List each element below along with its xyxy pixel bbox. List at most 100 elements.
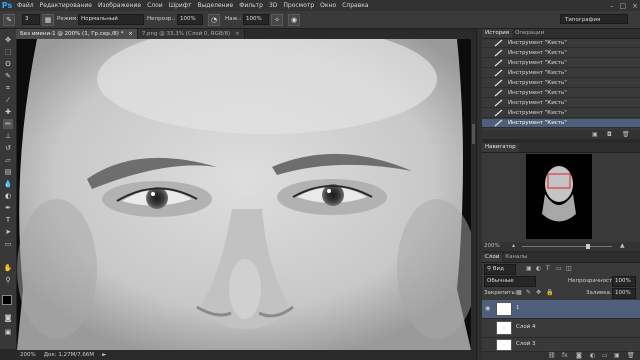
minimize-button[interactable]: – (610, 2, 614, 10)
menu-window[interactable]: Окно (317, 0, 339, 11)
airbrush-icon[interactable]: ✧ (271, 14, 283, 26)
filter-smart-icon[interactable]: ◫ (566, 265, 572, 272)
scrollbar-thumb[interactable] (472, 124, 475, 144)
group-icon[interactable]: ▭ (602, 352, 608, 359)
navigator-zoom[interactable]: 200% (484, 243, 500, 249)
fill-field[interactable]: 100% (612, 288, 636, 299)
history-state-row[interactable]: Инструмент "Кисть" (482, 69, 640, 79)
zoom-slider[interactable] (522, 246, 612, 247)
history-state-row[interactable]: Инструмент "Кисть" (482, 99, 640, 109)
screen-mode-icon[interactable]: ▣ (3, 327, 13, 337)
layer-filter-select[interactable]: ⚲ Вид (484, 264, 516, 275)
menu-select[interactable]: Выделение (194, 0, 236, 11)
lock-all-icon[interactable]: 🔒 (546, 289, 553, 296)
blur-tool-icon[interactable]: 💧 (3, 179, 13, 189)
layer-row[interactable]: Слой 3 (482, 338, 640, 352)
path-select-icon[interactable]: ➤ (3, 227, 13, 237)
delete-layer-icon[interactable]: 🗑 (627, 352, 635, 359)
zoom-out-icon[interactable]: ▴ (512, 242, 515, 249)
eraser-icon[interactable]: ▱ (3, 155, 13, 165)
layer-row[interactable]: ◉ 1 (482, 300, 640, 319)
close-window-button[interactable]: × (632, 2, 638, 10)
brush-preset-icon[interactable]: ✎ (3, 14, 15, 26)
zoom-tool-icon[interactable]: ⚲ (3, 275, 13, 285)
filter-pixel-icon[interactable]: ▣ (526, 265, 532, 272)
new-layer-icon[interactable]: ▣ (614, 352, 620, 359)
lock-position-icon[interactable]: ✥ (536, 289, 541, 296)
tab-history[interactable]: История (482, 29, 513, 38)
pen-tool-icon[interactable]: ✒ (3, 203, 13, 213)
hand-tool-icon[interactable]: ✋ (3, 263, 13, 273)
brush-panel-icon[interactable]: ▦ (42, 14, 54, 26)
filter-adjust-icon[interactable]: ◐ (536, 265, 541, 272)
zoom-slider-handle[interactable] (586, 244, 590, 249)
filter-type-icon[interactable]: T (546, 265, 550, 272)
layer-mask-icon[interactable]: ◙ (576, 352, 582, 359)
history-state-row[interactable]: Инструмент "Кисть" (482, 79, 640, 89)
menu-edit[interactable]: Редактирование (37, 0, 95, 11)
foreground-color-swatch[interactable] (2, 295, 12, 305)
layer-style-icon[interactable]: fx (562, 352, 568, 359)
shape-tool-icon[interactable]: ▭ (3, 239, 13, 249)
healing-brush-icon[interactable]: ✚ (3, 107, 13, 117)
history-state-row[interactable]: Инструмент "Кисть" (482, 49, 640, 59)
pressure-size-icon[interactable]: ◉ (288, 14, 300, 26)
history-state-row[interactable]: Инструмент "Кисть" (482, 109, 640, 119)
history-brush-icon[interactable]: ↺ (3, 143, 13, 153)
document-canvas[interactable] (17, 39, 471, 350)
type-tool-icon[interactable]: T (3, 215, 13, 225)
zoom-level[interactable]: 200% (20, 352, 36, 358)
lock-pixels-icon[interactable]: ✎ (526, 289, 531, 296)
tab-document-1[interactable]: Без имени-1 @ 200% (1, Гр.сер./8) * × (16, 29, 138, 39)
pressure-opacity-icon[interactable]: ◔ (208, 14, 220, 26)
brush-size-field[interactable]: 3 (22, 14, 40, 25)
tab-navigator[interactable]: Навигатор (482, 143, 519, 152)
move-tool-icon[interactable]: ✥ (3, 35, 13, 45)
pressure-field[interactable]: 100% (243, 14, 269, 25)
layer-opacity-field[interactable]: 100% (612, 276, 636, 287)
tab-channels[interactable]: Каналы (502, 253, 530, 262)
menu-filter[interactable]: Фильтр (236, 0, 266, 11)
dodge-tool-icon[interactable]: ◐ (3, 191, 13, 201)
maximize-button[interactable]: □ (620, 2, 627, 10)
menu-image[interactable]: Изображение (95, 0, 144, 11)
tab-document-2[interactable]: 7.png @ 33,3% (Слой 0, RGB/8) × (137, 29, 245, 39)
tab-close-icon[interactable]: × (235, 31, 240, 37)
lasso-tool-icon[interactable]: ʘ (3, 59, 13, 69)
status-arrow-icon[interactable]: ► (102, 352, 106, 358)
tab-close-icon[interactable]: × (128, 31, 133, 37)
clone-stamp-icon[interactable]: ⊥ (3, 131, 13, 141)
menu-help[interactable]: Справка (339, 0, 371, 11)
link-layers-icon[interactable]: ⛓ (548, 352, 556, 359)
quick-select-icon[interactable]: ✎ (3, 71, 13, 81)
tab-actions[interactable]: Операции (512, 29, 547, 38)
navigator-preview[interactable] (526, 154, 592, 239)
menu-type[interactable]: Шрифт (166, 0, 195, 11)
trash-icon[interactable]: 🗑 (622, 131, 630, 138)
marquee-tool-icon[interactable]: ⬚ (3, 47, 13, 57)
new-document-icon[interactable]: ▣ (592, 131, 598, 138)
lock-transparent-icon[interactable]: ▦ (516, 289, 522, 296)
gradient-icon[interactable]: ▤ (3, 167, 13, 177)
mode-select[interactable]: Нормальный (78, 14, 144, 25)
zoom-in-icon[interactable]: ▲ (620, 242, 625, 249)
crop-tool-icon[interactable]: ⌗ (3, 83, 13, 93)
quick-mask-icon[interactable]: ◙ (3, 313, 13, 323)
filter-shape-icon[interactable]: ▭ (556, 265, 562, 272)
menu-file[interactable]: Файл (14, 0, 37, 11)
blend-mode-select[interactable]: Обычные (484, 276, 536, 287)
menu-layers[interactable]: Слои (144, 0, 166, 11)
history-state-row[interactable]: Инструмент "Кисть" (482, 39, 640, 49)
history-state-row[interactable]: Инструмент "Кисть" (482, 89, 640, 99)
menu-view[interactable]: Просмотр (280, 0, 317, 11)
layer-row[interactable]: Слой 4 (482, 319, 640, 338)
history-state-row[interactable]: Инструмент "Кисть" (482, 119, 640, 129)
eyedropper-icon[interactable]: ⁄ (3, 95, 13, 105)
menu-3d[interactable]: 3D (266, 0, 280, 11)
eye-icon[interactable]: ◉ (485, 305, 493, 312)
opacity-field[interactable]: 100% (177, 14, 203, 25)
tab-layers[interactable]: Слои (482, 253, 503, 262)
brush-tool-icon[interactable]: ✏ (3, 119, 13, 129)
adjustment-layer-icon[interactable]: ◐ (590, 352, 595, 359)
workspace-select[interactable]: Типография (560, 14, 628, 24)
